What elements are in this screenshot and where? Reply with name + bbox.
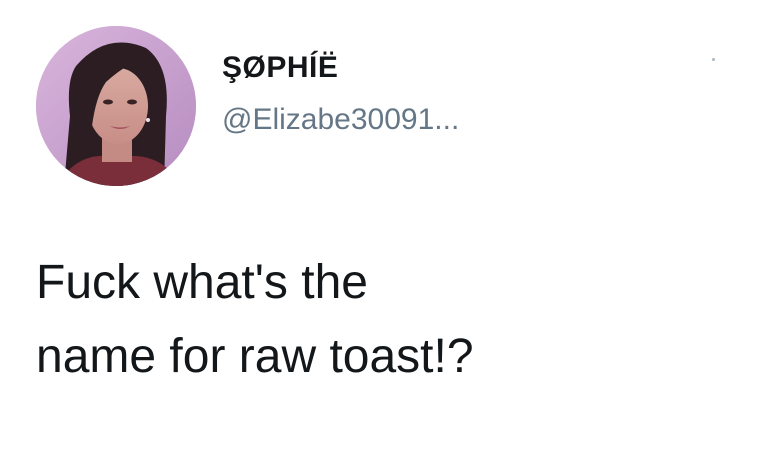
- more-options-icon[interactable]: [712, 58, 715, 61]
- display-name[interactable]: ŞØPHÍË: [222, 50, 459, 86]
- avatar-photo: [36, 26, 196, 186]
- user-info: ŞØPHÍË @Elizabe30091...: [222, 50, 459, 138]
- tweet-card: ŞØPHÍË @Elizabe30091... Fuck what's the …: [0, 0, 760, 450]
- tweet-text: Fuck what's the name for raw toast!?: [36, 256, 474, 383]
- avatar[interactable]: [36, 26, 196, 186]
- user-handle[interactable]: @Elizabe30091...: [222, 102, 459, 138]
